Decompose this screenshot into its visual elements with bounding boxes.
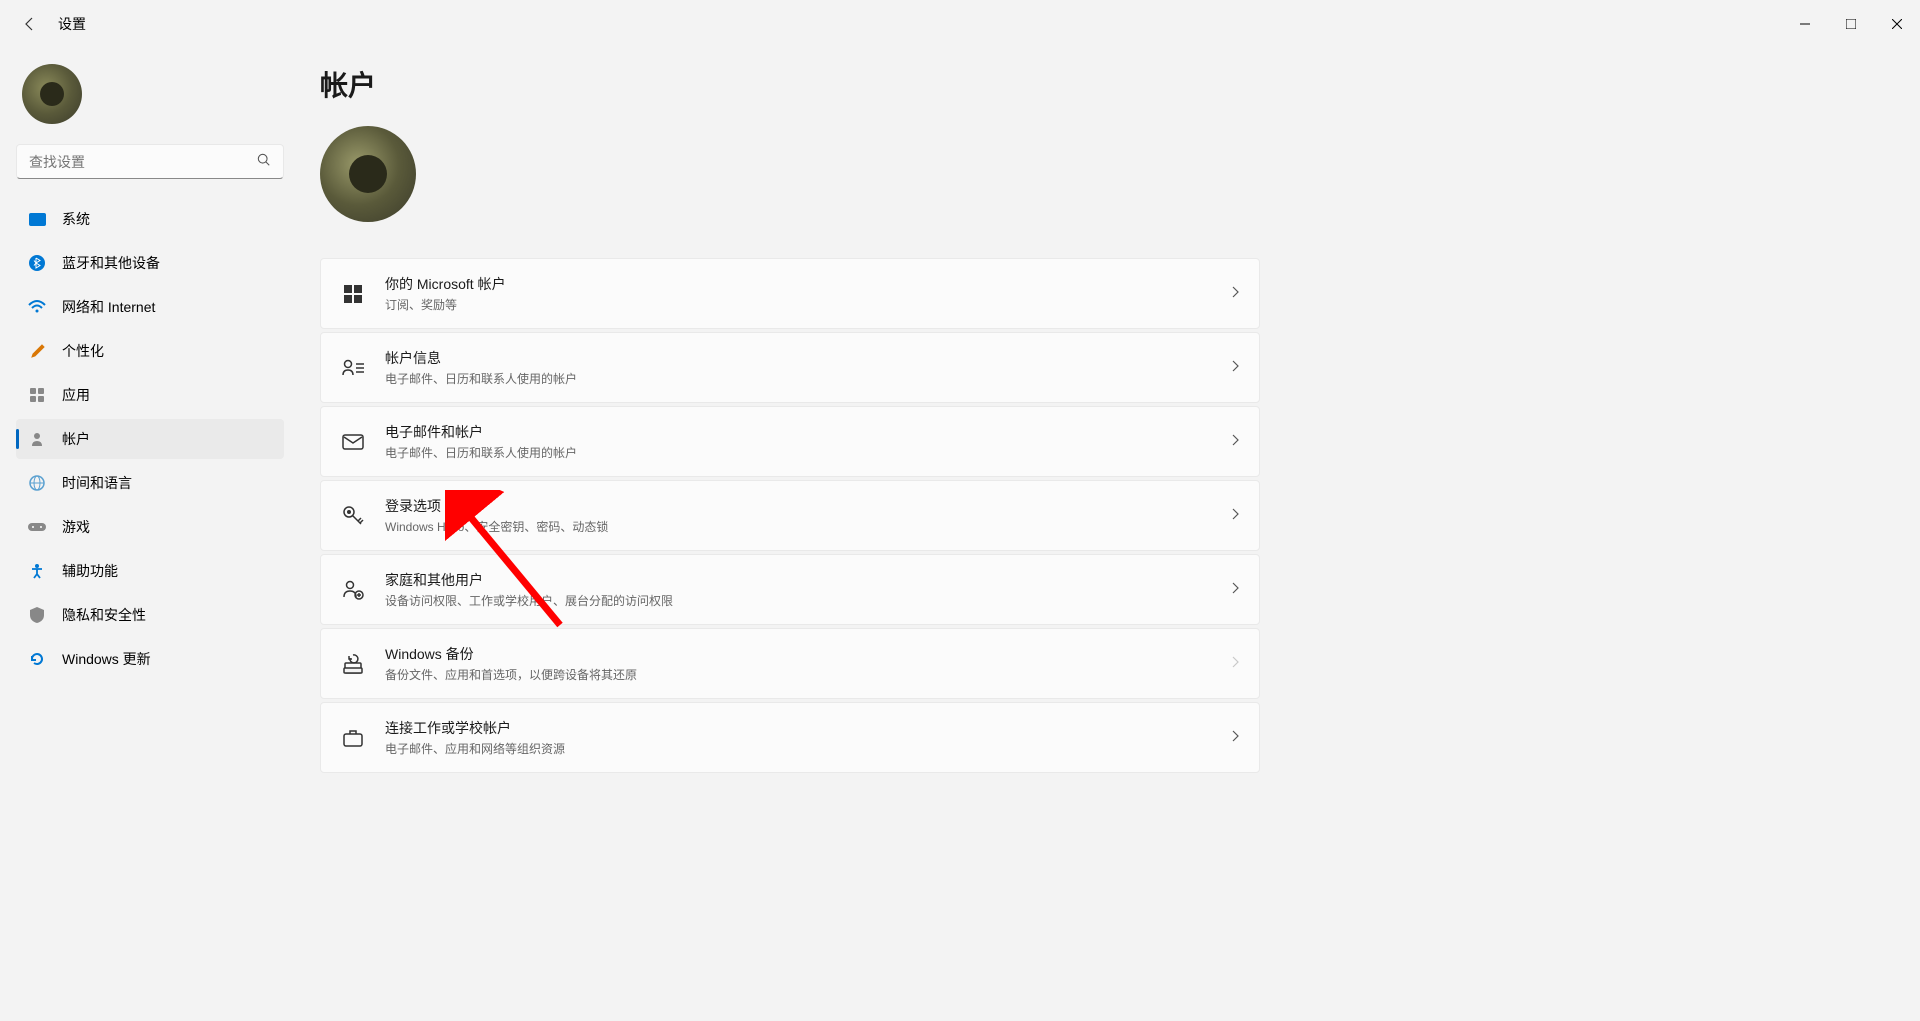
sidebar-item-apps[interactable]: 应用 [16,375,284,415]
globe-icon [28,474,46,492]
titlebar: 设置 [0,0,1920,48]
back-button[interactable] [20,14,40,34]
main-layout: 系统 蓝牙和其他设备 网络和 Internet 个性化 [0,48,1920,1021]
accessibility-icon [28,562,46,580]
sidebar-item-personalization[interactable]: 个性化 [16,331,284,371]
sidebar-item-label: 时间和语言 [62,473,132,493]
search-input[interactable] [29,154,257,170]
setting-text: 帐户信息 电子邮件、日历和联系人使用的帐户 [385,348,1211,387]
sidebar-item-label: 蓝牙和其他设备 [62,253,160,273]
setting-title: 登录选项 [385,496,1211,516]
sidebar-item-gaming[interactable]: 游戏 [16,507,284,547]
sidebar-item-label: 应用 [62,385,90,405]
setting-text: 连接工作或学校帐户 电子邮件、应用和网络等组织资源 [385,718,1211,757]
setting-desc: 电子邮件、应用和网络等组织资源 [385,740,1211,757]
setting-text: 你的 Microsoft 帐户 订阅、奖励等 [385,274,1211,313]
update-icon [28,650,46,668]
sidebar-item-label: Windows 更新 [62,649,151,669]
chevron-right-icon [1231,656,1239,671]
setting-desc: 设备访问权限、工作或学校用户、展台分配的访问权限 [385,592,1211,609]
minimize-button[interactable] [1782,8,1828,40]
setting-work-school[interactable]: 连接工作或学校帐户 电子邮件、应用和网络等组织资源 [320,702,1260,773]
sidebar-item-label: 网络和 Internet [62,297,155,317]
sidebar-item-label: 隐私和安全性 [62,605,146,625]
setting-title: 家庭和其他用户 [385,570,1211,590]
sidebar-item-label: 系统 [62,209,90,229]
nav-list: 系统 蓝牙和其他设备 网络和 Internet 个性化 [16,199,284,679]
mail-icon [341,430,365,454]
setting-title: 电子邮件和帐户 [385,422,1211,442]
maximize-button[interactable] [1828,8,1874,40]
setting-microsoft-account[interactable]: 你的 Microsoft 帐户 订阅、奖励等 [320,258,1260,329]
key-icon [341,504,365,528]
setting-desc: 备份文件、应用和首选项，以便跨设备将其还原 [385,666,1211,683]
chevron-right-icon [1231,434,1239,449]
microsoft-icon [341,282,365,306]
chevron-right-icon [1231,286,1239,301]
bluetooth-icon [28,254,46,272]
sidebar-item-bluetooth[interactable]: 蓝牙和其他设备 [16,243,284,283]
setting-desc: Windows Hello、安全密钥、密码、动态锁 [385,518,1211,535]
setting-title: 帐户信息 [385,348,1211,368]
setting-title: 连接工作或学校帐户 [385,718,1211,738]
setting-title: 你的 Microsoft 帐户 [385,274,1211,294]
chevron-right-icon [1231,582,1239,597]
titlebar-left: 设置 [20,14,86,34]
sidebar-avatar-section[interactable] [16,56,284,144]
wifi-icon [28,298,46,316]
setting-text: Windows 备份 备份文件、应用和首选项，以便跨设备将其还原 [385,644,1211,683]
sidebar-item-system[interactable]: 系统 [16,199,284,239]
settings-list: 你的 Microsoft 帐户 订阅、奖励等 帐户信息 电子邮件、日历和联系人使… [320,258,1260,773]
page-title: 帐户 [320,64,1260,104]
shield-icon [28,606,46,624]
chevron-right-icon [1231,508,1239,523]
window-controls [1782,8,1920,40]
setting-email-accounts[interactable]: 电子邮件和帐户 电子邮件、日历和联系人使用的帐户 [320,406,1260,477]
setting-desc: 电子邮件、日历和联系人使用的帐户 [385,370,1211,387]
sidebar-item-label: 帐户 [62,429,90,449]
setting-account-info[interactable]: 帐户信息 电子邮件、日历和联系人使用的帐户 [320,332,1260,403]
setting-desc: 订阅、奖励等 [385,296,1211,313]
sidebar-item-label: 辅助功能 [62,561,118,581]
chevron-right-icon [1231,730,1239,745]
sidebar-item-network[interactable]: 网络和 Internet [16,287,284,327]
sidebar-item-privacy[interactable]: 隐私和安全性 [16,595,284,635]
setting-signin-options[interactable]: 登录选项 Windows Hello、安全密钥、密码、动态锁 [320,480,1260,551]
backup-icon [341,652,365,676]
system-icon [28,210,46,228]
person-icon [28,430,46,448]
sidebar-item-accounts[interactable]: 帐户 [16,419,284,459]
user-avatar [22,64,82,124]
gamepad-icon [28,518,46,536]
chevron-right-icon [1231,360,1239,375]
sidebar-item-label: 游戏 [62,517,90,537]
setting-title: Windows 备份 [385,644,1211,664]
sidebar-item-label: 个性化 [62,341,104,361]
briefcase-icon [341,726,365,750]
search-box[interactable] [16,144,284,179]
app-title: 设置 [58,14,86,34]
person-detail-icon [341,356,365,380]
sidebar-item-accessibility[interactable]: 辅助功能 [16,551,284,591]
brush-icon [28,342,46,360]
close-button[interactable] [1874,8,1920,40]
setting-text: 家庭和其他用户 设备访问权限、工作或学校用户、展台分配的访问权限 [385,570,1211,609]
family-icon [341,578,365,602]
content-area: 帐户 你的 Microsoft 帐户 订阅、奖励等 [300,48,1300,1021]
apps-icon [28,386,46,404]
setting-desc: 电子邮件、日历和联系人使用的帐户 [385,444,1211,461]
setting-family-users[interactable]: 家庭和其他用户 设备访问权限、工作或学校用户、展台分配的访问权限 [320,554,1260,625]
sidebar-item-time-language[interactable]: 时间和语言 [16,463,284,503]
sidebar: 系统 蓝牙和其他设备 网络和 Internet 个性化 [0,48,300,1021]
search-icon [257,153,271,170]
sidebar-item-update[interactable]: Windows 更新 [16,639,284,679]
setting-text: 登录选项 Windows Hello、安全密钥、密码、动态锁 [385,496,1211,535]
setting-windows-backup[interactable]: Windows 备份 备份文件、应用和首选项，以便跨设备将其还原 [320,628,1260,699]
setting-text: 电子邮件和帐户 电子邮件、日历和联系人使用的帐户 [385,422,1211,461]
profile-avatar[interactable] [320,126,416,222]
